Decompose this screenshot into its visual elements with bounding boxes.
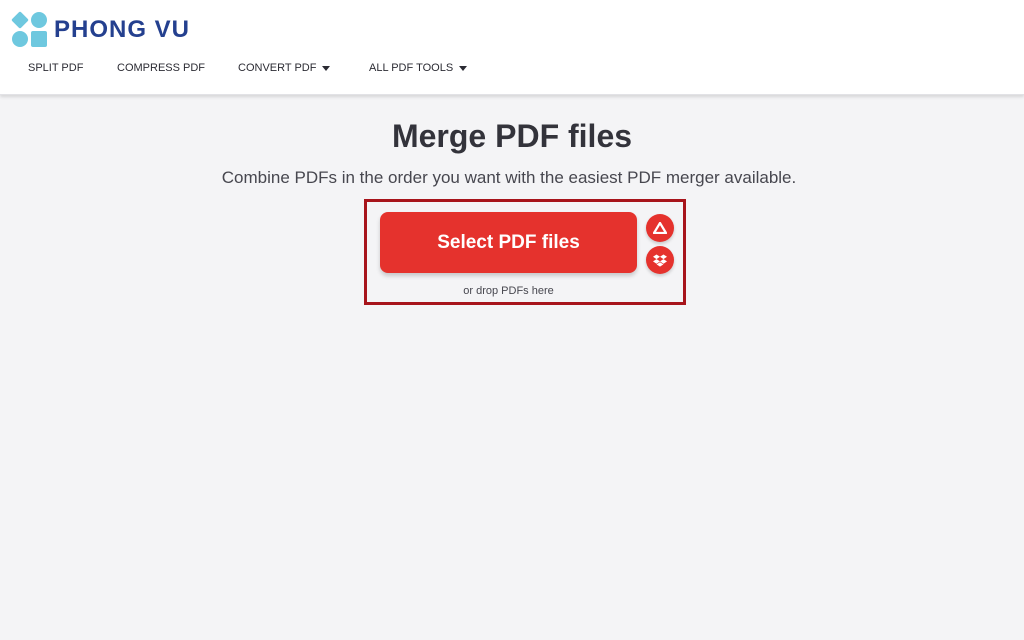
nav-item-compress-pdf[interactable]: COMPRESS PDF (117, 62, 205, 74)
page-title: Merge PDF files (391, 118, 633, 154)
caret-down-icon (459, 65, 468, 71)
brand-name: PHONG VU (54, 16, 191, 43)
dropbox-button[interactable] (646, 246, 674, 274)
nav-item-convert-pdf[interactable]: CONVERT PDF (238, 62, 331, 74)
google-drive-icon (653, 222, 667, 234)
top-header: PHONG VU SPLIT PDF COMPRESS PDF CONVERT … (0, 0, 1024, 95)
nav-item-label: SPLIT PDF (28, 62, 84, 74)
google-drive-button[interactable] (646, 214, 674, 242)
page-subtitle: Combine PDFs in the order you want with … (221, 168, 797, 187)
main-nav: SPLIT PDF COMPRESS PDF CONVERT PDF ALL P… (0, 62, 1024, 82)
logo-mark-icon (11, 11, 50, 48)
select-pdf-files-button[interactable]: Select PDF files (380, 212, 637, 273)
nav-item-all-pdf-tools[interactable]: ALL PDF TOOLS (369, 62, 468, 74)
dropbox-icon (653, 254, 667, 267)
nav-item-label: ALL PDF TOOLS (369, 62, 454, 74)
drop-hint-text: or drop PDFs here (463, 285, 554, 297)
nav-item-label: COMPRESS PDF (117, 62, 206, 74)
caret-down-icon (322, 65, 331, 71)
nav-item-split-pdf[interactable]: SPLIT PDF (28, 62, 83, 74)
nav-item-label: CONVERT PDF (238, 62, 317, 74)
brand-logo[interactable]: PHONG VU (11, 11, 191, 48)
